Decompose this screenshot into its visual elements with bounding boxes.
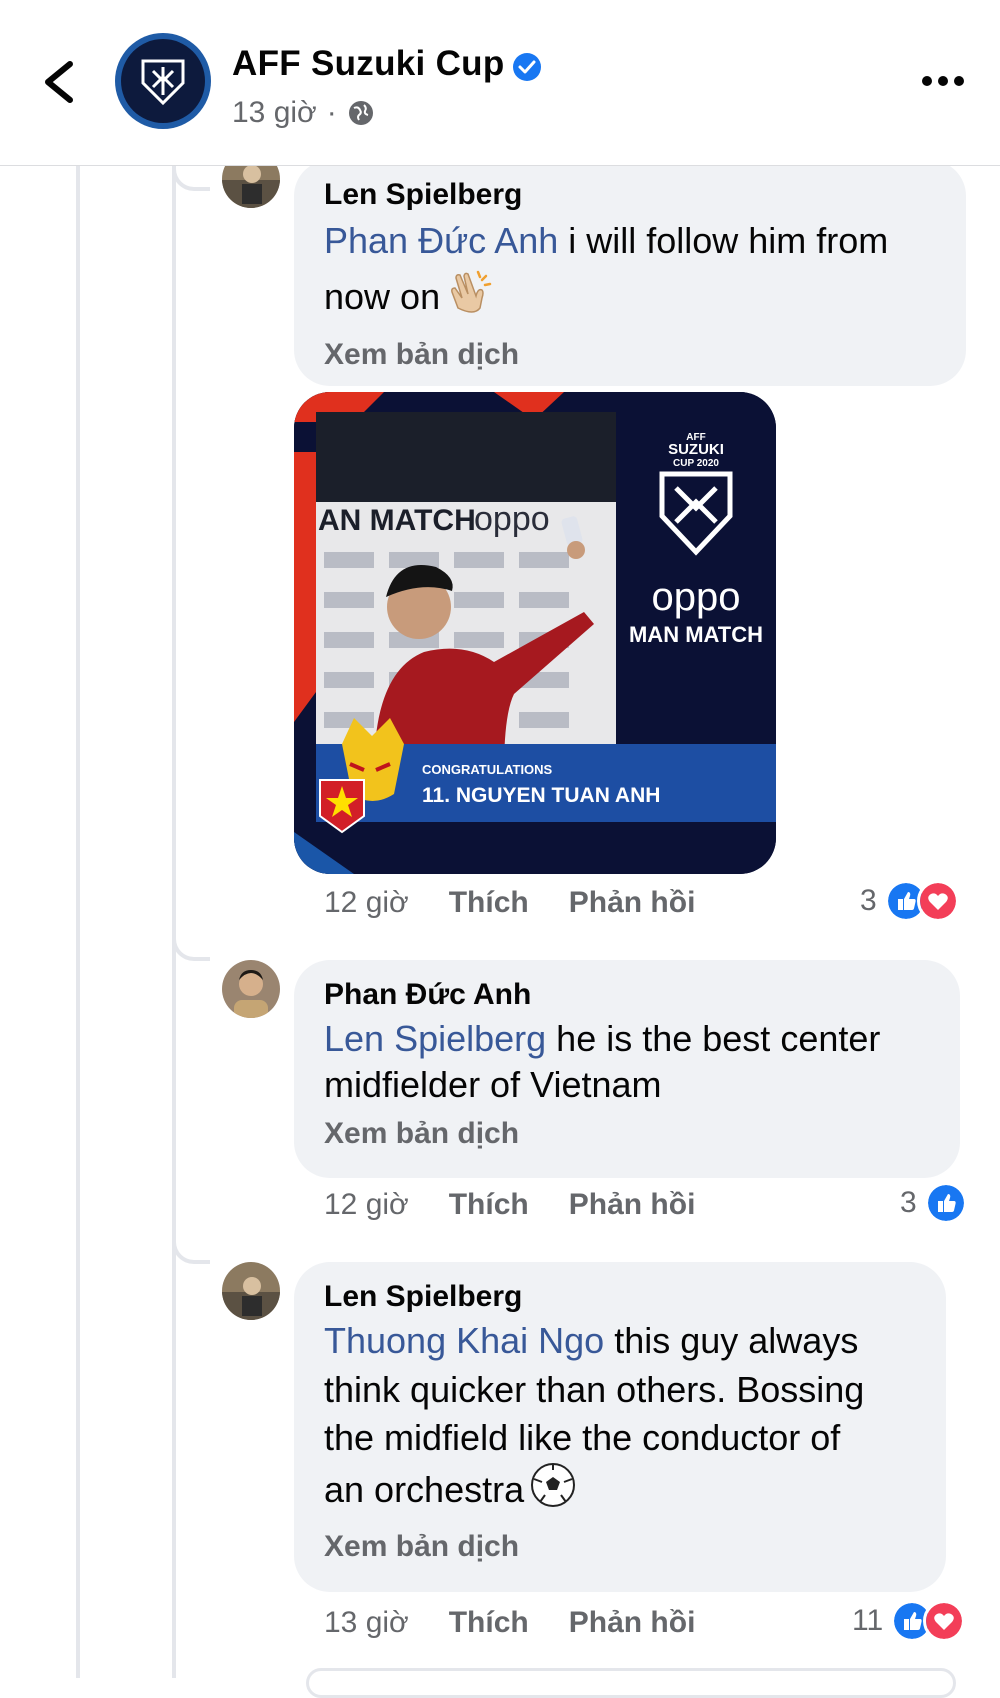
reply-button[interactable]: Phản hồi (569, 886, 696, 920)
more-options-icon[interactable] (918, 66, 968, 96)
love-reaction-icon (923, 1600, 966, 1642)
comment-text-line: he is the best center (546, 1018, 881, 1059)
comment-text: now on (324, 268, 936, 331)
comment-time[interactable]: 13 giờ (324, 1606, 409, 1640)
backdrop-title: AN MATCH (318, 504, 476, 537)
post-header: AFF Suzuki Cup 13 giờ · (0, 0, 1000, 166)
post-time[interactable]: 13 giờ (232, 96, 317, 130)
reaction-summary[interactable]: 11 (852, 1600, 966, 1642)
avatar-image (222, 960, 280, 1018)
reply-button[interactable]: Phản hồi (569, 1606, 696, 1640)
meta-separator: · (326, 96, 337, 129)
comment-text-line: now on (324, 276, 441, 318)
man-of-the-match-graphic: AN MATCH oppo CONGRATULATIONS 11. NGUYEN… (294, 392, 776, 874)
comment-text: an orchestra (324, 1462, 916, 1523)
back-arrow-icon[interactable] (36, 54, 86, 110)
thread-line (76, 165, 80, 1678)
like-button[interactable]: Thích (449, 886, 529, 920)
like-button[interactable]: Thích (449, 1188, 529, 1222)
globe-icon (348, 101, 373, 125)
comment-text: think quicker than others. Bossing (324, 1369, 865, 1410)
like-reaction-icon (924, 1182, 967, 1224)
reply-thread-line (172, 165, 176, 1678)
comment-time[interactable]: 12 giờ (324, 886, 409, 920)
post-meta: 13 giờ · (232, 96, 375, 130)
reaction-summary[interactable]: 3 (860, 880, 959, 922)
comment-author[interactable]: Len Spielberg (324, 176, 936, 214)
comment-bubble: Phan Đức Anh Len Spielberg he is the bes… (294, 960, 960, 1178)
motm-label: MAN MATCH (629, 622, 763, 647)
comment-bubble: Len Spielberg Thuong Khai Ngo this guy a… (294, 1262, 946, 1592)
comment-time[interactable]: 12 giờ (324, 1188, 409, 1222)
page-name[interactable]: AFF Suzuki Cup (232, 44, 505, 84)
page-avatar[interactable] (115, 33, 211, 129)
mention-link[interactable]: Thuong Khai Ngo (324, 1320, 604, 1361)
avatar[interactable] (222, 960, 280, 1018)
reaction-summary[interactable]: 3 (900, 1182, 967, 1224)
verified-badge-icon (513, 53, 541, 81)
comment-author[interactable]: Phan Đức Anh (324, 976, 930, 1014)
comment-actions: 12 giờ Thích Phản hồi (324, 886, 695, 920)
comment-author[interactable]: Len Spielberg (324, 1278, 916, 1316)
logo-line3: CUP 2020 (673, 458, 719, 469)
mention-link[interactable]: Phan Đức Anh (324, 220, 558, 261)
see-translation-link[interactable]: Xem bản dịch (324, 333, 936, 377)
love-reaction-icon (916, 880, 959, 922)
reaction-count: 3 (900, 1186, 917, 1219)
comment-actions: 12 giờ Thích Phản hồi (324, 1188, 695, 1222)
reaction-count: 3 (860, 884, 877, 917)
backdrop-brand: oppo (474, 500, 550, 538)
reaction-count: 11 (852, 1604, 884, 1637)
comment-attached-image[interactable]: AN MATCH oppo CONGRATULATIONS 11. NGUYEN… (294, 392, 776, 874)
see-translation-link[interactable]: Xem bản dịch (324, 1112, 930, 1156)
thread-connector (172, 925, 210, 961)
mention-link[interactable]: Len Spielberg (324, 1018, 546, 1059)
comment-bubble: Len Spielberg Phan Đức Anh i will follow… (294, 160, 966, 386)
like-button[interactable]: Thích (449, 1606, 529, 1640)
comment-text-line: this guy always (604, 1320, 859, 1361)
comment-text-line: i will follow him from (558, 220, 889, 261)
comment-text: Len Spielberg he is the best center (324, 1014, 930, 1064)
logo-line2: SUZUKI (668, 441, 724, 458)
thread-connector (172, 1228, 210, 1264)
comment-text: the midfield like the conductor of (324, 1417, 841, 1458)
see-translation-link[interactable]: Xem bản dịch (324, 1525, 916, 1569)
comment-text: Thuong Khai Ngo this guy always (324, 1316, 916, 1366)
avatar-image (222, 1262, 280, 1320)
comment-text: midfielder of Vietnam (324, 1064, 662, 1105)
aff-logo-icon (141, 59, 185, 106)
congratulations-label: CONGRATULATIONS (422, 762, 553, 777)
soccer-ball-icon (530, 1462, 576, 1523)
clapping-hands-icon (446, 268, 494, 331)
next-comment-input[interactable] (306, 1668, 956, 1698)
player-name: 11. NGUYEN TUAN ANH (422, 784, 660, 807)
comment-actions: 13 giờ Thích Phản hồi (324, 1606, 695, 1640)
comment-text: Phan Đức Anh i will follow him from (324, 214, 936, 268)
avatar[interactable] (222, 1262, 280, 1320)
sponsor-logo: oppo (652, 575, 741, 619)
comment-text-line: an orchestra (324, 1469, 525, 1511)
reply-button[interactable]: Phản hồi (569, 1188, 696, 1222)
